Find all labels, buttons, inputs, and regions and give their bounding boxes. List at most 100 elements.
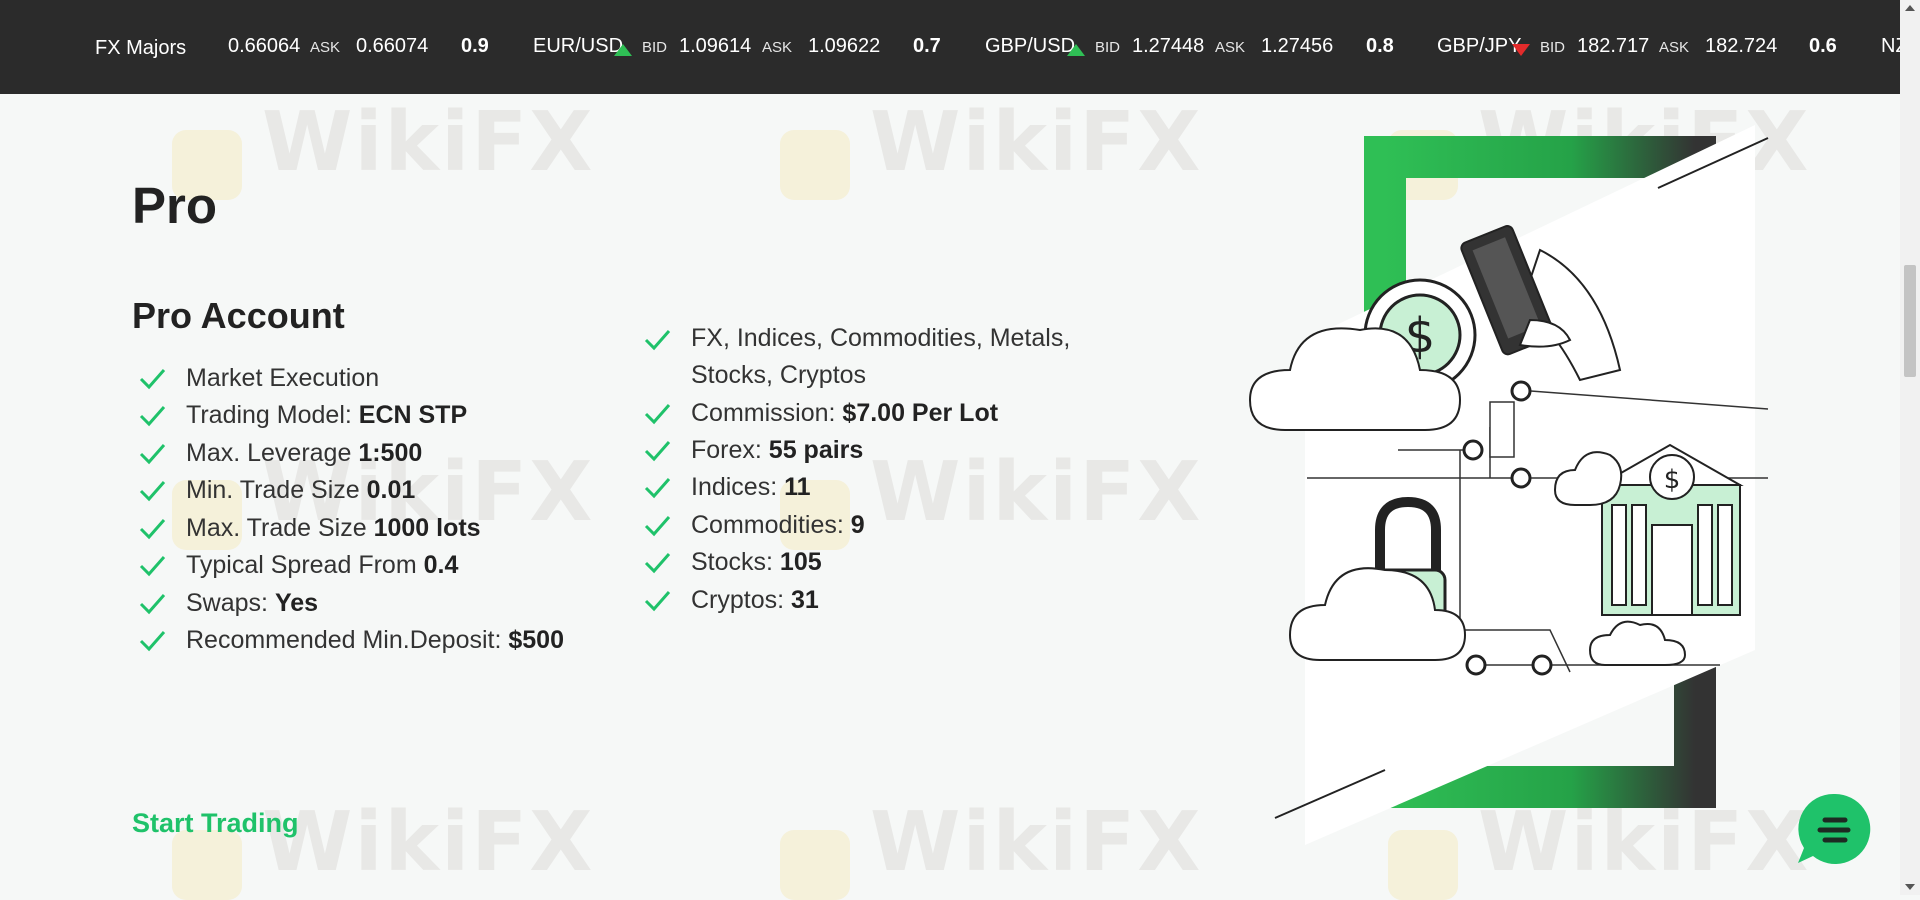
check-icon — [644, 330, 671, 351]
feature-item: Forex: 55 pairs — [643, 435, 863, 465]
feature-value: 0.4 — [423, 550, 459, 579]
feature-label: Commodities: — [691, 510, 851, 539]
ticker-bid-label: BID — [1540, 39, 1566, 56]
scroll-up-icon[interactable] — [1905, 5, 1915, 11]
feature-value: 1000 lots — [373, 513, 481, 542]
ticker-ask-label: ASK — [762, 39, 793, 56]
check-icon — [644, 478, 671, 499]
feature-value: 11 — [784, 472, 811, 501]
feature-item: Max. Trade Size 1000 lots — [138, 513, 481, 543]
ticker-trailing: NZ — [1881, 35, 1900, 57]
feature-label: Trading Model: — [186, 400, 359, 429]
feature-label: Market Execution — [186, 363, 380, 392]
ticker-bid: 182.717 — [1577, 35, 1650, 57]
feature-item: Market Execution — [138, 363, 379, 393]
ticker-title: FX Majors — [95, 37, 187, 59]
arrow-up-icon — [614, 44, 632, 56]
watermark-logo-icon — [172, 830, 242, 900]
check-icon — [139, 631, 166, 652]
ticker-pair[interactable]: EUR/USD — [533, 35, 623, 58]
ticker-ask-label: ASK — [1215, 39, 1246, 56]
scroll-thumb[interactable] — [1904, 265, 1916, 377]
feature-item: Min. Trade Size 0.01 — [138, 475, 415, 505]
feature-label: Recommended Min.Deposit: — [186, 625, 509, 654]
feature-label: Cryptos: — [691, 585, 792, 614]
feature-item: Recommended Min.Deposit: $500 — [138, 625, 564, 655]
svg-text:$: $ — [1664, 465, 1681, 495]
feature-label: Typical Spread From — [186, 550, 424, 579]
feature-value: ECN STP — [358, 400, 468, 429]
feature-value: 0.01 — [366, 475, 416, 504]
ticker-ask: 0.66074 — [356, 35, 429, 57]
ticker-bid: 0.66064 — [228, 35, 301, 57]
check-icon — [139, 594, 166, 615]
ticker-spread: 0.9 — [461, 35, 489, 57]
feature-item: Cryptos: 31 — [643, 585, 819, 615]
check-icon — [139, 369, 166, 390]
ticker-bar: FX Majors 0.66064 ASK 0.66074 0.9 EUR/US… — [0, 0, 1900, 94]
feature-label: Min. Trade Size — [186, 475, 367, 504]
feature-label: Swaps: — [186, 588, 275, 617]
feature-item: Trading Model: ECN STP — [138, 400, 467, 430]
feature-value: Yes — [274, 588, 319, 617]
arrow-up-icon — [1067, 44, 1085, 56]
feature-label: Max. Trade Size — [186, 513, 374, 542]
ticker-pair[interactable]: GBP/JPY — [1437, 35, 1521, 58]
check-icon — [644, 516, 671, 537]
check-icon — [139, 481, 166, 502]
ticker-bid: 1.09614 — [679, 35, 752, 57]
feature-label: Forex: — [691, 435, 769, 464]
check-icon — [139, 444, 166, 465]
chat-bubble-icon[interactable] — [1796, 790, 1874, 868]
feature-item: Commission: $7.00 Per Lot — [643, 398, 998, 428]
check-icon — [644, 553, 671, 574]
ticker-bid-label: BID — [1095, 39, 1121, 56]
ticker-ask: 182.724 — [1705, 35, 1778, 57]
ticker-ask-label: ASK — [310, 39, 341, 56]
page-title: Pro — [132, 177, 218, 234]
feature-item: Max. Leverage 1:500 — [138, 438, 422, 468]
watermark: WikiFX — [870, 95, 1203, 190]
check-icon — [139, 406, 166, 427]
feature-item: Typical Spread From 0.4 — [138, 550, 458, 580]
check-icon — [644, 404, 671, 425]
watermark: WikiFX — [870, 445, 1203, 540]
watermark: WikiFX — [262, 95, 595, 190]
watermark-logo-icon — [780, 130, 850, 200]
feature-value: 1:500 — [358, 438, 423, 467]
feature-value: 31 — [791, 585, 819, 614]
ticker-spread: 0.6 — [1809, 35, 1837, 57]
feature-label: Commission: — [691, 398, 843, 427]
arrow-down-icon — [1512, 44, 1530, 56]
scroll-down-icon[interactable] — [1905, 884, 1915, 890]
feature-value: 105 — [779, 547, 822, 576]
check-icon — [139, 519, 166, 540]
watermark: WikiFX — [262, 795, 595, 890]
feature-value: $500 — [508, 625, 564, 654]
feature-value: 55 pairs — [768, 435, 864, 464]
ticker-ask: 1.27456 — [1261, 35, 1334, 57]
ticker-spread: 0.8 — [1366, 35, 1394, 57]
start-trading-link[interactable]: Start Trading — [132, 808, 299, 839]
ticker-bid: 1.27448 — [1132, 35, 1205, 57]
feature-item: FX, Indices, Commodities, Metals, Stocks… — [643, 320, 1083, 394]
feature-label: Max. Leverage — [186, 438, 359, 467]
feature-item: Stocks: 105 — [643, 547, 822, 577]
trading-illustration: $ $ — [1248, 125, 1769, 845]
ticker-spread: 0.7 — [913, 35, 941, 57]
feature-value: 9 — [850, 510, 865, 539]
feature-item: Swaps: Yes — [138, 588, 318, 618]
check-icon — [644, 591, 671, 612]
page-scrollbar[interactable] — [1900, 0, 1920, 895]
feature-label: Stocks: — [691, 547, 780, 576]
account-title: Pro Account — [132, 295, 345, 336]
feature-item: Indices: 11 — [643, 472, 811, 502]
ticker-bid-label: BID — [642, 39, 668, 56]
check-icon — [644, 441, 671, 462]
ticker-ask-label: ASK — [1659, 39, 1690, 56]
check-icon — [139, 556, 166, 577]
watermark: WikiFX — [870, 795, 1203, 890]
ticker-pair[interactable]: GBP/USD — [985, 35, 1075, 58]
feature-item: Commodities: 9 — [643, 510, 865, 540]
ticker-ask: 1.09622 — [808, 35, 881, 57]
